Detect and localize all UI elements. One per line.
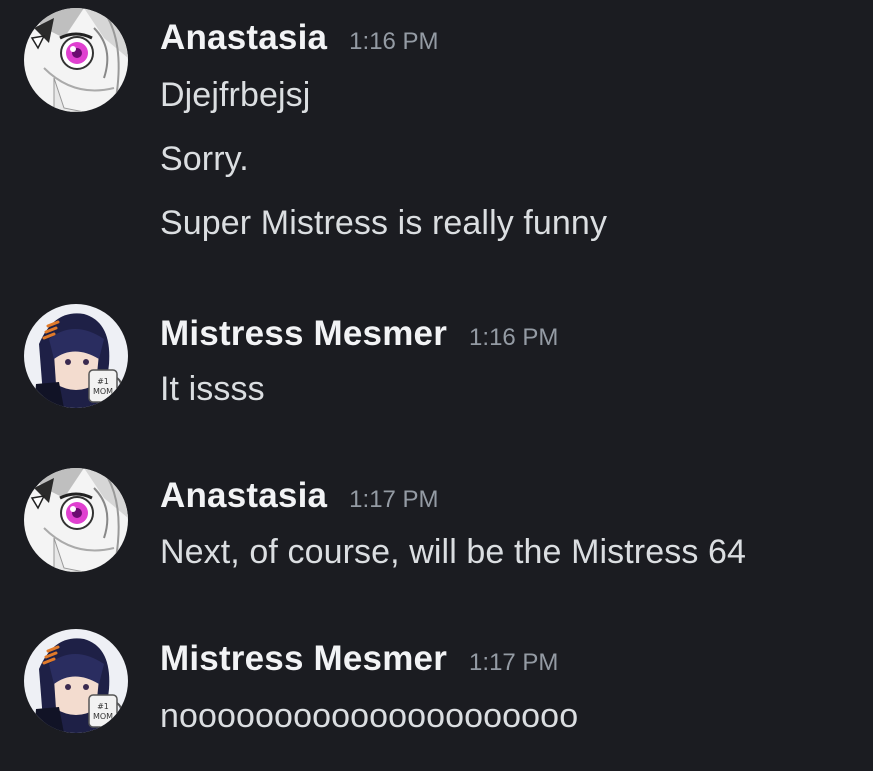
username[interactable]: Mistress Mesmer (160, 639, 447, 679)
message-header: Anastasia 1:16 PM (160, 18, 439, 58)
user-avatar[interactable] (24, 8, 128, 112)
message-group: #1 MOM Mistress Mesmer 1:17 PM noooooooo… (0, 625, 873, 765)
mug-text: #1 (97, 377, 109, 386)
anime-character-avatar-icon: #1 MOM (24, 629, 128, 733)
message-text: It issss (160, 370, 265, 408)
message-header: Mistress Mesmer 1:16 PM (160, 314, 558, 354)
username[interactable]: Anastasia (160, 476, 327, 516)
username[interactable]: Mistress Mesmer (160, 314, 447, 354)
message-header: Anastasia 1:17 PM (160, 476, 439, 516)
message-text: Next, of course, will be the Mistress 64 (160, 533, 747, 571)
user-avatar[interactable] (24, 468, 128, 572)
message-group: Anastasia 1:17 PM Next, of course, will … (0, 460, 873, 580)
timestamp[interactable]: 1:16 PM (349, 28, 438, 56)
timestamp[interactable]: 1:16 PM (469, 324, 558, 352)
svg-text:MOM: MOM (93, 712, 113, 721)
message-text: Djejfrbejsj (160, 76, 311, 114)
message-header: Mistress Mesmer 1:17 PM (160, 639, 558, 679)
anime-character-avatar-icon: #1 MOM (24, 304, 128, 408)
svg-text:#1: #1 (97, 702, 109, 711)
anime-girl-avatar-icon (24, 468, 128, 572)
timestamp[interactable]: 1:17 PM (469, 649, 558, 677)
user-avatar[interactable]: #1 MOM (24, 629, 128, 733)
user-avatar[interactable]: #1 MOM (24, 304, 128, 408)
username[interactable]: Anastasia (160, 18, 327, 58)
message-group: #1 MOM Mistress Mesmer 1:16 PM It issss (0, 300, 873, 420)
timestamp[interactable]: 1:17 PM (349, 486, 438, 514)
anime-girl-avatar-icon (24, 8, 128, 112)
message-text: Sorry. (160, 140, 249, 178)
svg-text:MOM: MOM (93, 387, 113, 396)
message-group: Anastasia 1:16 PM Djejfrbejsj Sorry. Sup… (0, 0, 873, 260)
message-text: Super Mistress is really funny (160, 204, 608, 242)
message-text: nooooooooooooooooooooo (160, 697, 579, 735)
